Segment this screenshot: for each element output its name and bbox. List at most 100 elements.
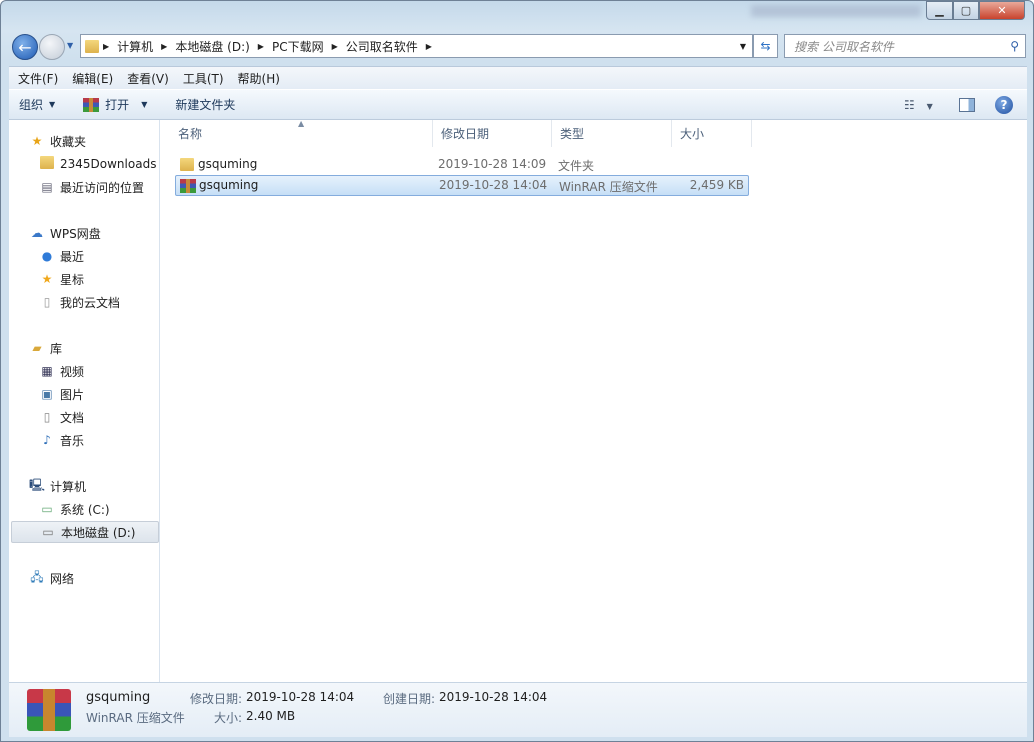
folder-icon [180, 158, 194, 171]
sidebar-wps[interactable]: ☁ WPS网盘 [9, 222, 159, 244]
column-header-name[interactable]: 名称 [170, 120, 433, 147]
maximize-button[interactable]: ▢ [953, 1, 979, 20]
document-icon: ▯ [43, 295, 51, 309]
breadcrumb-current[interactable]: 公司取名软件 [342, 38, 422, 55]
sidebar-label: 文档 [60, 410, 85, 425]
file-name: gsquming [198, 157, 258, 171]
breadcrumb-pc-download[interactable]: PC下载网 [268, 38, 328, 55]
sidebar-libraries[interactable]: ▰ 库 [9, 337, 159, 359]
chevron-down-icon: ▼ [926, 101, 933, 111]
file-name: gsquming [199, 178, 259, 192]
details-created-label: 创建日期: [383, 692, 436, 706]
back-button[interactable]: ← [12, 34, 38, 60]
sidebar-label: 我的云文档 [60, 295, 121, 310]
sidebar-network[interactable]: 🖧 网络 [9, 567, 159, 589]
star-icon: ★ [31, 134, 43, 148]
file-type: WinRAR 压缩文件 [559, 180, 658, 194]
chevron-right-icon[interactable]: ▶ [426, 42, 432, 51]
search-icon[interactable]: ⚲ [1010, 39, 1019, 53]
column-header-size[interactable]: 大小 [672, 120, 752, 147]
sidebar-item-cloud-docs[interactable]: ▯ 我的云文档 [9, 291, 159, 313]
sidebar-item-drive-c[interactable]: ▭ 系统 (C:) [9, 498, 159, 520]
sidebar-label: 星标 [60, 272, 85, 287]
computer-icon: 🖳 [29, 477, 46, 492]
sidebar-label: 收藏夹 [50, 134, 87, 149]
menu-view[interactable]: 查看(V) [118, 70, 174, 87]
open-button[interactable]: 打开 ▼ [73, 96, 157, 113]
menu-file[interactable]: 文件(F) [9, 70, 63, 87]
column-header-date[interactable]: 修改日期 [433, 120, 552, 147]
navigation-pane: ★ 收藏夹 2345Downloads ▤ 最近访问的位置 ☁ WPS网盘 ● 最近 ★… [9, 120, 160, 682]
sidebar-item-recent-places[interactable]: ▤ 最近访问的位置 [9, 176, 159, 198]
file-date: 2019-10-28 14:09 [438, 157, 547, 171]
close-icon: ✕ [997, 4, 1007, 17]
clock-icon: ● [41, 249, 53, 263]
sidebar-item-videos[interactable]: ▦ 视频 [9, 360, 159, 382]
recent-pages-dropdown[interactable]: ▼ [67, 41, 73, 50]
file-size: 2,459 KB [689, 178, 744, 192]
menu-bar: 文件(F) 编辑(E) 查看(V) 工具(T) 帮助(H) [9, 66, 1027, 89]
sidebar-item-documents[interactable]: ▯ 文档 [9, 406, 159, 428]
refresh-icon: ⇆ [760, 39, 771, 53]
column-header-type[interactable]: 类型 [552, 120, 672, 147]
window-title [751, 5, 921, 17]
chevron-down-icon[interactable]: ▼ [141, 100, 147, 109]
organize-button[interactable]: 组织 ▼ [9, 96, 65, 113]
winrar-icon [180, 179, 196, 193]
preview-pane-button[interactable] [959, 97, 975, 112]
refresh-button[interactable]: ⇆ [753, 34, 778, 58]
sidebar-label: 本地磁盘 (D:) [61, 525, 136, 540]
sidebar-item-pictures[interactable]: ▣ 图片 [9, 383, 159, 405]
breadcrumb-computer[interactable]: 计算机 [113, 38, 157, 55]
cloud-icon: ☁ [31, 226, 43, 240]
system-drive-icon: ▭ [41, 502, 53, 516]
organize-label: 组织 [19, 98, 44, 112]
menu-help[interactable]: 帮助(H) [229, 70, 285, 87]
chevron-right-icon[interactable]: ▶ [161, 42, 167, 51]
details-size-label: 大小: [214, 711, 243, 725]
chevron-right-icon[interactable]: ▶ [103, 42, 109, 51]
view-options-button[interactable]: ☷ ▼ [904, 98, 933, 112]
recent-places-icon: ▤ [41, 180, 53, 194]
help-icon[interactable]: ? [995, 95, 1013, 114]
sidebar-computer[interactable]: 🖳 计算机 [9, 475, 159, 497]
minimize-button[interactable]: ▁ [926, 1, 953, 20]
forward-button[interactable] [39, 34, 65, 60]
sidebar-label: 库 [50, 341, 63, 356]
breadcrumb-drive-d[interactable]: 本地磁盘 (D:) [171, 38, 253, 55]
file-row[interactable]: gsquming 2019-10-28 14:04 WinRAR 压缩文件 2,… [175, 175, 749, 196]
chevron-right-icon[interactable]: ▶ [332, 42, 338, 51]
library-icon: ▰ [32, 341, 42, 355]
new-folder-button[interactable]: 新建文件夹 [165, 96, 245, 113]
sidebar-item-drive-d[interactable]: ▭ 本地磁盘 (D:) [11, 521, 159, 543]
star-icon: ★ [41, 272, 53, 286]
search-input[interactable]: 搜索 公司取名软件 ⚲ [784, 34, 1026, 58]
menu-edit[interactable]: 编辑(E) [63, 70, 118, 87]
sidebar-label: 音乐 [60, 433, 85, 448]
chevron-down-icon: ▼ [49, 100, 56, 109]
sidebar-label: 计算机 [50, 479, 87, 494]
sidebar-label: WPS网盘 [50, 226, 101, 241]
minimize-icon: ▁ [935, 4, 944, 17]
sidebar-item-starred[interactable]: ★ 星标 [9, 268, 159, 290]
file-row[interactable]: gsquming 2019-10-28 14:09 文件夹 [175, 154, 749, 175]
sidebar-item-recent[interactable]: ● 最近 [9, 245, 159, 267]
music-icon: ♪ [43, 433, 51, 447]
document-icon: ▯ [43, 410, 51, 424]
new-folder-label: 新建文件夹 [175, 98, 236, 112]
chevron-right-icon[interactable]: ▶ [258, 42, 264, 51]
sidebar-item-2345downloads[interactable]: 2345Downloads [9, 153, 159, 175]
menu-tools[interactable]: 工具(T) [174, 70, 229, 87]
close-button[interactable]: ✕ [979, 1, 1025, 20]
details-view-icon: ☷ [904, 97, 915, 112]
details-created-value: 2019-10-28 14:04 [439, 690, 548, 704]
address-dropdown[interactable]: ▼ [740, 42, 746, 51]
search-placeholder: 搜索 公司取名软件 [794, 39, 894, 54]
drive-icon: ▭ [42, 525, 54, 539]
address-bar[interactable]: ▶ 计算机 ▶ 本地磁盘 (D:) ▶ PC下载网 ▶ 公司取名软件 ▶ ▼ [80, 34, 753, 58]
sidebar-label: 网络 [50, 571, 75, 586]
sidebar-label: 最近 [60, 249, 85, 264]
explorer-window: ▁ ▢ ✕ ← ▼ ▶ 计算机 ▶ 本地磁盘 (D:) ▶ PC下载网 ▶ 公司取名软… [0, 0, 1034, 742]
sidebar-favorites[interactable]: ★ 收藏夹 [9, 130, 159, 152]
sidebar-item-music[interactable]: ♪ 音乐 [9, 429, 159, 451]
